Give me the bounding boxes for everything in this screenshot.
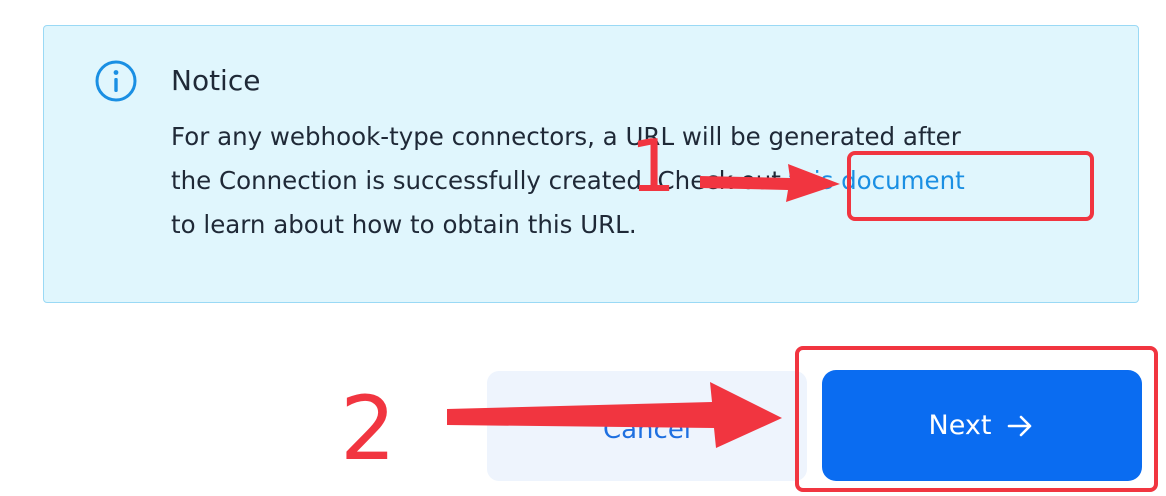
notice-title: Notice bbox=[171, 64, 261, 97]
connection-creation-footer: Notice For any webhook-type connectors, … bbox=[0, 0, 1166, 496]
arrow-right-icon bbox=[1008, 415, 1032, 436]
this-document-link[interactable]: this document bbox=[789, 166, 965, 195]
annotation-step-1: 1 bbox=[630, 124, 676, 208]
info-icon bbox=[95, 60, 137, 102]
notice-message-text: the Connection is successfully created. … bbox=[171, 166, 789, 195]
cancel-button[interactable]: Cancel bbox=[487, 371, 807, 481]
next-button[interactable]: Next bbox=[822, 370, 1142, 481]
next-button-label: Next bbox=[928, 410, 992, 441]
notice-message-line-3: to learn about how to obtain this URL. bbox=[171, 210, 637, 239]
annotation-step-2: 2 bbox=[340, 377, 396, 480]
